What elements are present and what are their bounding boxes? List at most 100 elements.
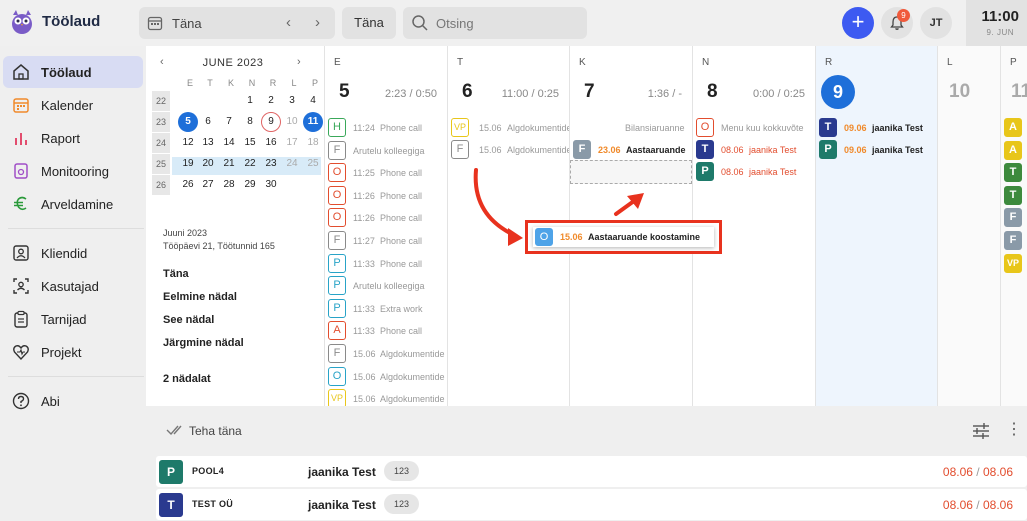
mini-calendar-day[interactable]: 8 bbox=[240, 112, 260, 132]
event-item[interactable]: Bilansiaruanne bbox=[625, 118, 692, 138]
search-input[interactable]: Otsing bbox=[403, 7, 587, 39]
mini-calendar-day[interactable]: 21 bbox=[219, 154, 239, 174]
mini-calendar-day[interactable]: 16 bbox=[261, 133, 281, 153]
event-item[interactable]: VP 15.06 Algdokumentide bbox=[328, 389, 447, 406]
event-item[interactable]: F 11:27 Phone call bbox=[328, 231, 447, 251]
mini-calendar-day[interactable]: 14 bbox=[219, 133, 239, 153]
event-item[interactable]: H 11:24 Phone call bbox=[328, 118, 447, 138]
event-item[interactable]: F 15.06 Algdokumentide bbox=[328, 344, 447, 364]
event-tag[interactable]: VP bbox=[1004, 253, 1022, 273]
mini-calendar-next-icon[interactable]: › bbox=[297, 56, 301, 68]
mini-calendar-day[interactable]: 19 bbox=[178, 154, 198, 174]
event-tag[interactable]: A bbox=[1004, 140, 1022, 160]
mini-calendar-day[interactable]: 3 bbox=[282, 91, 302, 111]
event-item[interactable]: O 11:25 Phone call bbox=[328, 163, 447, 183]
mini-calendar-day[interactable]: 29 bbox=[240, 175, 260, 195]
mini-calendar-day[interactable]: 6 bbox=[198, 112, 218, 132]
sidebar-item-monitooring[interactable]: Monitooring bbox=[3, 155, 143, 187]
sidebar-item-kalender[interactable]: Kalender bbox=[3, 89, 143, 121]
event-item[interactable]: F 23.06 Aastaaruande bbox=[573, 140, 692, 160]
mini-calendar-day[interactable]: 13 bbox=[198, 133, 218, 153]
event-item[interactable]: O Menu kuu kokkuvõte bbox=[696, 118, 815, 138]
week-number[interactable]: 25 bbox=[152, 154, 170, 174]
day-column-saturday[interactable]: L 10 bbox=[937, 46, 1000, 406]
sidebar-item-tarnijad[interactable]: Tarnijad bbox=[3, 303, 143, 335]
sidebar-item-raport[interactable]: Raport bbox=[3, 122, 143, 154]
mini-calendar-day[interactable]: 10 bbox=[282, 112, 302, 132]
mini-calendar-day[interactable]: 28 bbox=[219, 175, 239, 195]
mini-calendar-day[interactable]: 27 bbox=[198, 175, 218, 195]
event-tag[interactable]: A bbox=[1004, 118, 1022, 137]
mini-calendar-day[interactable]: 25 bbox=[303, 154, 323, 174]
event-tag[interactable]: F bbox=[1004, 208, 1022, 228]
dragged-event[interactable]: O 15.06 Aastaaruande koostamine bbox=[533, 227, 714, 247]
event-item[interactable]: O 15.06 Algdokumentide bbox=[328, 366, 447, 387]
chevron-left-icon[interactable]: ‹ bbox=[286, 14, 291, 31]
mini-calendar-day[interactable]: 17 bbox=[282, 133, 302, 153]
mini-calendar-day[interactable]: 12 bbox=[178, 133, 198, 153]
day-number: 10 bbox=[949, 81, 971, 102]
mini-calendar-day[interactable]: 18 bbox=[303, 133, 323, 153]
link-previous-week[interactable]: Eelmine nädal bbox=[163, 291, 237, 303]
table-row[interactable]: T TEST OÜ jaanika Test 123 08.06 / 08.06 bbox=[156, 489, 1027, 520]
owl-logo-icon[interactable] bbox=[10, 9, 34, 35]
event-item[interactable]: P 11:33 Extra work bbox=[328, 298, 447, 319]
sidebar-item-kliendid[interactable]: Kliendid bbox=[3, 237, 143, 269]
table-row[interactable]: P POOL4 jaanika Test 123 08.06 / 08.06 bbox=[156, 456, 1027, 487]
today-button[interactable]: Täna bbox=[342, 7, 396, 39]
week-number[interactable]: 22 bbox=[152, 91, 170, 111]
event-item[interactable]: T 08.06 jaanika Test bbox=[696, 140, 815, 160]
sidebar-item-kasutajad[interactable]: Kasutajad bbox=[3, 270, 143, 302]
event-item[interactable]: F 15.06 Algdokumentide bbox=[451, 140, 569, 160]
sidebar-item-projekt[interactable]: Projekt bbox=[3, 336, 143, 368]
mini-calendar-day[interactable]: 22 bbox=[240, 154, 260, 174]
event-item[interactable]: P 09.06 jaanika Test bbox=[819, 140, 937, 160]
sidebar-item-abi[interactable]: Abi bbox=[3, 385, 143, 417]
mini-calendar-day[interactable]: 7 bbox=[219, 112, 239, 132]
event-item[interactable]: O 11:26 Phone call bbox=[328, 208, 447, 228]
mini-calendar-day[interactable]: 1 bbox=[240, 91, 260, 111]
day-column-friday[interactable]: R 9 T 09.06 jaanika Test P 09.06 jaanika… bbox=[815, 46, 937, 406]
sidebar-item-toolaud[interactable]: Töölaud bbox=[3, 56, 143, 88]
sidebar-item-arveldamine[interactable]: Arveldamine bbox=[3, 188, 143, 220]
mini-calendar-day[interactable]: 20 bbox=[198, 154, 218, 174]
mini-calendar-day[interactable]: 26 bbox=[178, 175, 198, 195]
event-item[interactable]: F Arutelu kolleegiga bbox=[328, 140, 447, 161]
event-item[interactable]: P 08.06 jaanika Test bbox=[696, 162, 815, 182]
mini-calendar-day[interactable]: 23 bbox=[261, 154, 281, 174]
mini-calendar-day[interactable]: 24 bbox=[282, 154, 302, 174]
week-number[interactable]: 24 bbox=[152, 133, 170, 153]
mini-calendar-day[interactable]: 15 bbox=[240, 133, 260, 153]
filter-sliders-icon[interactable] bbox=[971, 421, 991, 441]
mini-calendar-day[interactable]: 11 bbox=[303, 112, 323, 132]
mini-calendar-today[interactable]: 9 bbox=[261, 112, 281, 132]
event-item[interactable]: T 09.06 jaanika Test bbox=[819, 118, 937, 138]
link-this-week[interactable]: See nädal bbox=[163, 314, 214, 326]
avatar[interactable]: JT bbox=[920, 7, 952, 39]
mini-calendar-day[interactable]: 4 bbox=[303, 91, 323, 111]
event-item[interactable]: O 11:26 Phone call bbox=[328, 185, 447, 206]
day-column-sunday[interactable]: P 11 AATTFFVP bbox=[1000, 46, 1027, 406]
add-button[interactable]: + bbox=[842, 7, 874, 39]
link-two-weeks[interactable]: 2 nädalat bbox=[163, 373, 211, 385]
mini-calendar-day[interactable]: 2 bbox=[261, 91, 281, 111]
event-tag[interactable]: T bbox=[1004, 185, 1022, 205]
mini-calendar-day[interactable]: 5 bbox=[178, 112, 198, 132]
mini-calendar-day[interactable]: 30 bbox=[261, 175, 281, 195]
event-item[interactable]: VP 15.06 Algdokumentide vastuvõtt bbox=[451, 118, 569, 138]
week-number[interactable]: 23 bbox=[152, 112, 170, 132]
date-picker[interactable]: Täna ‹ › bbox=[139, 7, 335, 39]
day-column-monday[interactable]: E 5 2:23 / 0:50 H 11:24 Phone call F Arutelu… bbox=[324, 46, 447, 406]
event-tag[interactable]: F bbox=[1004, 231, 1022, 250]
chevron-right-icon[interactable]: › bbox=[315, 14, 320, 31]
link-today[interactable]: Täna bbox=[163, 268, 189, 280]
link-next-week[interactable]: Järgmine nädal bbox=[163, 337, 244, 349]
more-options-icon[interactable]: ⋮ bbox=[1006, 419, 1022, 439]
event-item[interactable]: P 11:33 Phone call bbox=[328, 253, 447, 274]
event-item[interactable]: P Arutelu kolleegiga bbox=[328, 276, 447, 296]
drop-placeholder[interactable] bbox=[570, 160, 692, 184]
notifications-button[interactable]: 9 bbox=[881, 7, 913, 39]
week-number[interactable]: 26 bbox=[152, 175, 170, 195]
event-item[interactable]: A 11:33 Phone call bbox=[328, 321, 447, 341]
event-tag[interactable]: T bbox=[1004, 163, 1022, 183]
